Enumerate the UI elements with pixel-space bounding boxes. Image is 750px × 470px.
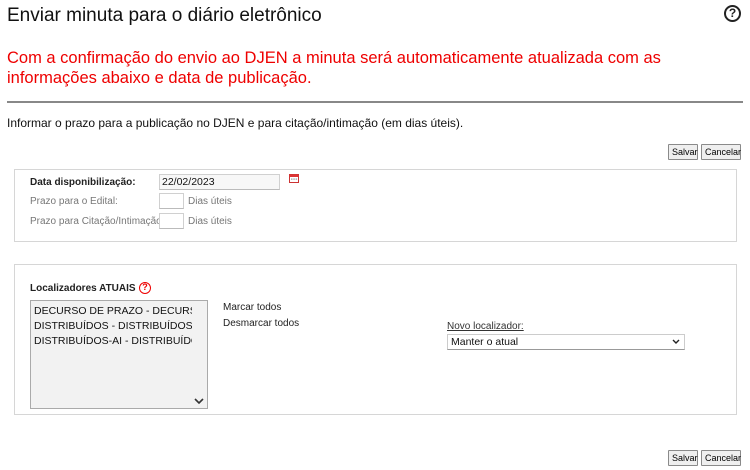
- chevron-down-icon: [672, 339, 680, 344]
- data-disponibilizacao-label: Data disponibilização:: [30, 177, 136, 188]
- help-icon-red[interactable]: ?: [139, 282, 151, 294]
- novo-localizador-label: Novo localizador:: [447, 321, 524, 332]
- cancel-button-bottom[interactable]: Cancelar: [701, 450, 741, 466]
- localizadores-label: Localizadores ATUAIS: [30, 283, 136, 294]
- help-icon[interactable]: ?: [724, 5, 741, 22]
- list-item[interactable]: DISTRIBUÍDOS-AI - DISTRIBUÍDOS-AI: [34, 334, 192, 348]
- novo-localizador-select[interactable]: Manter o atual: [447, 334, 685, 350]
- instruction-text: Informar o prazo para a publicação no DJ…: [7, 116, 464, 130]
- prazo-edital-input[interactable]: [159, 193, 184, 209]
- localizadores-listbox[interactable]: DECURSO DE PRAZO - DECURSO DE PRAZO DIST…: [30, 300, 208, 409]
- prazo-edital-unit: Dias úteis: [188, 196, 232, 207]
- list-item[interactable]: DECURSO DE PRAZO - DECURSO DE PRAZO: [34, 304, 192, 318]
- chevron-down-icon[interactable]: [193, 396, 205, 406]
- save-button-top[interactable]: Salvar: [668, 144, 698, 160]
- cancel-button-top[interactable]: Cancelar: [701, 144, 741, 160]
- novo-localizador-value: Manter o atual: [451, 336, 519, 348]
- prazo-citacao-label: Prazo para Citação/Intimação:: [30, 216, 161, 227]
- mark-all-link[interactable]: Marcar todos: [223, 302, 281, 313]
- calendar-icon[interactable]: [289, 174, 299, 183]
- novo-localizador-label-text: Novo localizador:: [447, 321, 524, 332]
- prazo-edital-label: Prazo para o Edital:: [30, 196, 118, 207]
- list-item[interactable]: DISTRIBUÍDOS - DISTRIBUÍDOS: [34, 319, 192, 333]
- unmark-all-link[interactable]: Desmarcar todos: [223, 318, 299, 329]
- prazo-citacao-input[interactable]: [159, 213, 184, 229]
- save-button-bottom[interactable]: Salvar: [668, 450, 698, 466]
- warning-message: Com a confirmação do envio ao DJEN a min…: [7, 49, 661, 87]
- data-disponibilizacao-input[interactable]: 22/02/2023: [159, 174, 280, 190]
- prazo-citacao-unit: Dias úteis: [188, 216, 232, 227]
- page-title: Enviar minuta para o diário eletrônico: [7, 5, 322, 26]
- divider: [7, 101, 743, 103]
